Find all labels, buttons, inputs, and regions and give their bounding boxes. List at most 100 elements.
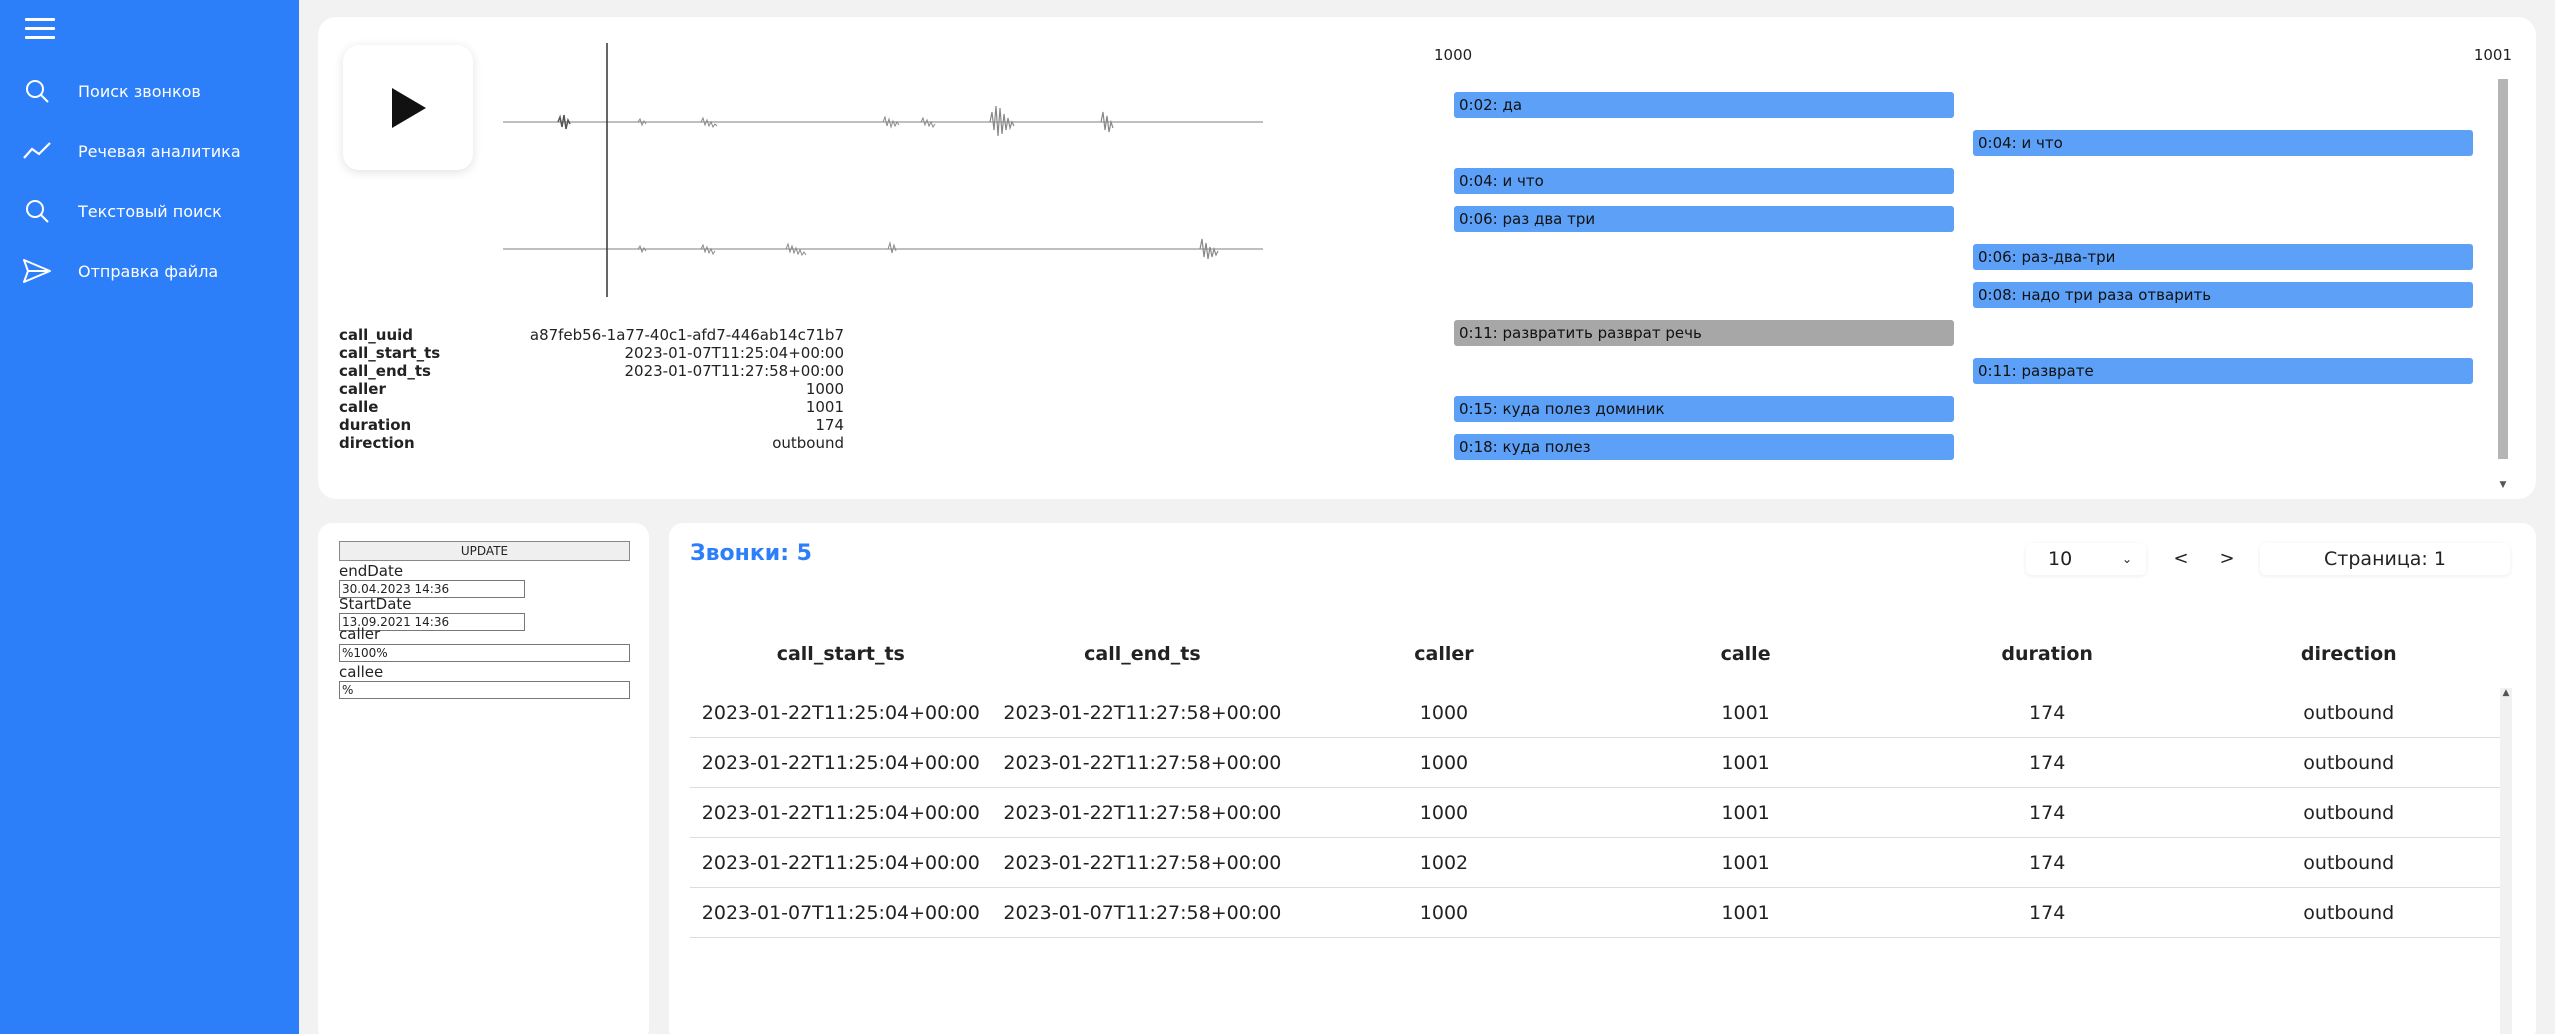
meta-row: call_end_ts 2023-01-07T11:27:58+00:00 — [339, 362, 844, 380]
search-icon — [20, 76, 54, 106]
hamburger-menu-icon[interactable] — [25, 18, 55, 42]
meta-key: call_uuid — [339, 326, 414, 344]
table-row[interactable]: 2023-01-22T11:25:04+00:00 2023-01-22T11:… — [690, 838, 2500, 888]
caller-input[interactable]: %100% — [339, 644, 630, 662]
chevron-down-icon: ⌄ — [2121, 552, 2132, 566]
cell-calle: 1001 — [1721, 851, 1770, 874]
meta-value: 2023-01-07T11:25:04+00:00 — [624, 344, 845, 362]
meta-key: call_end_ts — [339, 362, 431, 380]
update-button[interactable]: UPDATE — [339, 541, 630, 561]
column-header[interactable]: direction — [2198, 643, 2500, 673]
meta-row: calle 1001 — [339, 398, 844, 416]
cell-duration: 174 — [2029, 751, 2066, 774]
column-header[interactable]: call_end_ts — [992, 643, 1294, 673]
audio-waveform[interactable] — [503, 39, 1273, 301]
table-row[interactable]: 2023-01-07T11:25:04+00:00 2023-01-07T11:… — [690, 888, 2500, 938]
transcript-segment[interactable]: 0:15: куда полез доминик — [1454, 396, 1954, 422]
meta-key: call_start_ts — [339, 344, 441, 362]
cell-calle: 1001 — [1721, 901, 1770, 924]
column-header[interactable]: caller — [1293, 643, 1595, 673]
cell-caller: 1002 — [1419, 851, 1469, 874]
table-row[interactable]: 2023-01-22T11:25:04+00:00 2023-01-22T11:… — [690, 738, 2500, 788]
cell-start: 2023-01-22T11:25:04+00:00 — [701, 851, 980, 874]
next-page-button[interactable]: > — [2212, 543, 2242, 575]
column-header[interactable]: duration — [1896, 643, 2198, 673]
trend-line-icon — [20, 136, 54, 166]
meta-key: duration — [339, 416, 412, 434]
meta-key: calle — [339, 398, 379, 416]
meta-value: 174 — [815, 416, 844, 434]
sidebar: Поиск звонков Речевая аналитика Текстовы… — [0, 0, 299, 1034]
sidebar-item-send-file[interactable]: Отправка файла — [20, 251, 290, 291]
transcript-segment[interactable]: 0:08: надо три раза отварить — [1973, 282, 2473, 308]
sidebar-item-call-search[interactable]: Поиск звонков — [20, 71, 290, 111]
cell-duration: 174 — [2029, 901, 2066, 924]
page-indicator: Страница: 1 — [2260, 543, 2510, 575]
sidebar-item-label: Поиск звонков — [78, 81, 201, 101]
party-a-label: 1000 — [1434, 46, 1473, 64]
cell-caller: 1000 — [1419, 801, 1469, 824]
meta-value: 2023-01-07T11:27:58+00:00 — [624, 362, 845, 380]
transcript-segment[interactable]: 0:04: и что — [1454, 168, 1954, 194]
search-icon — [20, 196, 54, 226]
scrollbar-thumb[interactable] — [2498, 79, 2508, 459]
column-header[interactable]: calle — [1595, 643, 1897, 673]
call-metadata: call_uuid a87feb56-1a77-40c1-afd7-446ab14… — [339, 326, 844, 452]
transcript-segment[interactable]: 0:02: да — [1454, 92, 1954, 118]
table-row[interactable]: 2023-01-22T11:25:04+00:00 2023-01-22T11:… — [690, 788, 2500, 838]
cell-caller: 1000 — [1419, 751, 1469, 774]
cell-duration: 174 — [2029, 851, 2066, 874]
cell-start: 2023-01-07T11:25:04+00:00 — [701, 901, 980, 924]
cell-end: 2023-01-22T11:27:58+00:00 — [1003, 701, 1282, 724]
sidebar-item-label: Отправка файла — [78, 261, 219, 281]
transcript-segment[interactable]: 0:06: раз два три — [1454, 206, 1954, 232]
meta-key: direction — [339, 434, 415, 452]
table-row[interactable]: 2023-01-22T11:25:04+00:00 2023-01-22T11:… — [690, 688, 2500, 738]
transcript-segment[interactable]: 0:18: куда полез — [1454, 434, 1954, 460]
end-date-label: endDate — [339, 562, 404, 580]
cell-duration: 174 — [2029, 801, 2066, 824]
prev-page-button[interactable]: < — [2166, 543, 2196, 575]
cell-direction: outbound — [2303, 801, 2395, 824]
calls-count-title: Звонки: 5 — [690, 541, 812, 566]
transcript-segment-active[interactable]: 0:11: развратить разврат речь — [1454, 320, 1954, 346]
sidebar-item-label: Речевая аналитика — [78, 141, 241, 161]
scroll-down-arrow-icon[interactable]: ▼ — [2497, 480, 2509, 490]
cell-calle: 1001 — [1721, 751, 1770, 774]
party-b-label: 1001 — [2473, 46, 2512, 64]
transcript-list: 0:02: да 0:04: и что 0:04: и что 0:06: р… — [1448, 82, 2498, 488]
cell-duration: 174 — [2029, 701, 2066, 724]
calls-panel: Звонки: 5 10 ⌄ < > Страница: 1 call_star… — [669, 523, 2536, 1034]
transcript-segment[interactable]: 0:11: разврате — [1973, 358, 2473, 384]
cell-caller: 1000 — [1419, 901, 1469, 924]
sidebar-item-label: Текстовый поиск — [78, 201, 222, 221]
table-scrollbar[interactable]: ▲ — [2500, 688, 2512, 1034]
callee-label: callee — [339, 663, 384, 681]
scroll-up-arrow-icon[interactable]: ▲ — [2500, 688, 2512, 698]
filter-panel: UPDATE endDate 30.04.2023 14:36 StartDat… — [318, 523, 649, 1034]
transcript-scrollbar[interactable]: ▼ — [2497, 65, 2509, 490]
callee-input[interactable]: % — [339, 681, 630, 699]
cell-calle: 1001 — [1721, 701, 1770, 724]
cell-end: 2023-01-07T11:27:58+00:00 — [1003, 901, 1282, 924]
meta-row: call_uuid a87feb56-1a77-40c1-afd7-446ab14… — [339, 326, 844, 344]
meta-value: outbound — [772, 434, 844, 452]
sidebar-item-text-search[interactable]: Текстовый поиск — [20, 191, 290, 231]
play-button[interactable] — [343, 45, 473, 170]
cell-direction: outbound — [2303, 701, 2395, 724]
meta-row: duration 174 — [339, 416, 844, 434]
cell-direction: outbound — [2303, 851, 2395, 874]
cell-start: 2023-01-22T11:25:04+00:00 — [701, 751, 980, 774]
sidebar-item-speech-analytics[interactable]: Речевая аналитика — [20, 131, 290, 171]
per-page-select[interactable]: 10 ⌄ — [2026, 543, 2146, 575]
transcript-segment[interactable]: 0:06: раз-два-три — [1973, 244, 2473, 270]
caller-label: caller — [339, 625, 381, 643]
table-body: 2023-01-22T11:25:04+00:00 2023-01-22T11:… — [690, 688, 2500, 938]
cell-calle: 1001 — [1721, 801, 1770, 824]
column-header[interactable]: call_start_ts — [690, 643, 992, 673]
transcript-segment[interactable]: 0:04: и что — [1973, 130, 2473, 156]
meta-value: 1000 — [805, 380, 844, 398]
cell-start: 2023-01-22T11:25:04+00:00 — [701, 801, 980, 824]
cell-direction: outbound — [2303, 751, 2395, 774]
cell-caller: 1000 — [1419, 701, 1469, 724]
